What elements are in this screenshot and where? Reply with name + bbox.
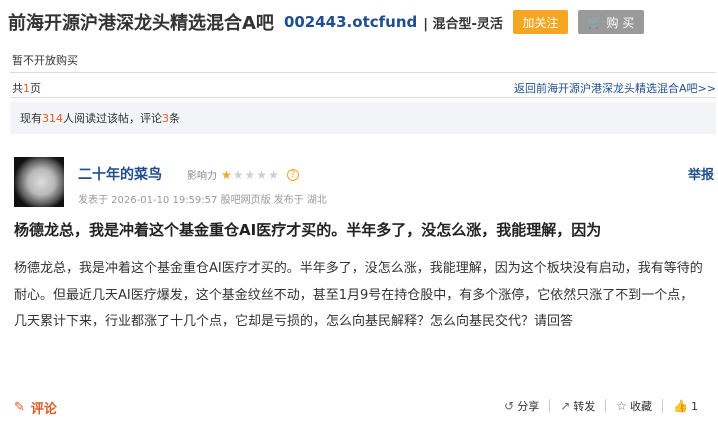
post-body: 杨德龙总，我是冲着这个基金重仓AI医疗才买的。半年多了，没怎么涨，我能理解，因为… [14,261,703,329]
influence-rating: 影响力 ★ ★ ★ ★ ★ ? [187,167,299,182]
post-actions: ↺ 分享 ↗ 转发 ☆ 收藏 👍 1 [494,398,708,414]
read-stats: 现有 314 人阅读过该帖，评论 3 条 [10,102,716,134]
help-icon[interactable]: ? [286,168,299,181]
pager-prefix: 共 [12,82,23,95]
fund-type: | 混合型-灵活 [423,16,503,32]
bar-header: 前海开源沪港深龙头精选混合A吧 002443.otcfund | 混合型-灵活 … [8,8,644,36]
share-label: 分享 [517,400,540,413]
star-icon: ★ [268,167,279,182]
bar-title[interactable]: 前海开源沪港深龙头精选混合A吧 [8,9,274,35]
star-icon: ★ [244,167,256,182]
author-name[interactable]: 二十年的菜鸟 [78,164,162,184]
report-button[interactable]: 举报 [688,164,714,183]
collect-button[interactable]: ☆ 收藏 [606,398,662,414]
collect-label: 收藏 [630,400,653,413]
divider [10,97,716,98]
thumb-up-icon: 👍 [673,399,688,413]
post-meta: 发表于 2026-01-10 19:59:57 股吧网页版 发布于 湖北 [78,195,327,206]
purchase-notice: 暂不开放购买 [12,54,78,67]
influence-stars: ★ ★ ★ ★ ★ [221,169,279,181]
pager: 共1页 [12,80,41,96]
comment-label: 评论 [30,402,57,417]
pager-suffix: 页 [30,82,41,95]
like-button[interactable]: 👍 1 [663,399,708,413]
reader-count: 314 [42,111,63,125]
cart-icon: 🛒 [587,15,603,29]
buy-button[interactable]: 🛒 购 买 [577,10,644,34]
share-icon: ↺ [504,399,515,413]
repost-button[interactable]: ↗ 转发 [550,398,605,414]
stats-suffix: 条 [169,112,180,125]
follow-button[interactable]: 加关注 [512,10,568,34]
like-count: 1 [691,399,698,413]
repost-icon: ↗ [560,399,571,413]
collect-star-icon: ☆ [616,399,628,413]
back-to-bar-link[interactable]: 返回前海开源沪港深龙头精选混合A吧>> [514,80,716,96]
fund-code-link[interactable]: 002443.otcfund [284,13,417,31]
comment-count: 3 [162,111,169,125]
star-icon: ★ [256,167,268,182]
buy-label: 购 买 [606,15,635,30]
star-icon: ★ [232,167,244,182]
page-number[interactable]: 1 [23,82,30,95]
divider [10,72,716,73]
stats-prefix: 现有 [20,112,42,125]
pencil-icon: ✎ [14,400,25,415]
stats-mid: 人阅读过该帖，评论 [63,112,162,125]
share-button[interactable]: ↺ 分享 [494,398,549,414]
star-icon: ★ [221,167,232,182]
comment-button[interactable]: ✎ 评论 [14,398,57,417]
influence-label: 影响力 [187,171,217,182]
avatar[interactable] [14,157,64,207]
repost-label: 转发 [573,400,596,413]
post-title: 杨德龙总，我是冲着这个基金重仓AI医疗才买的。半年多了，没怎么涨，我能理解，因为 [14,221,602,239]
